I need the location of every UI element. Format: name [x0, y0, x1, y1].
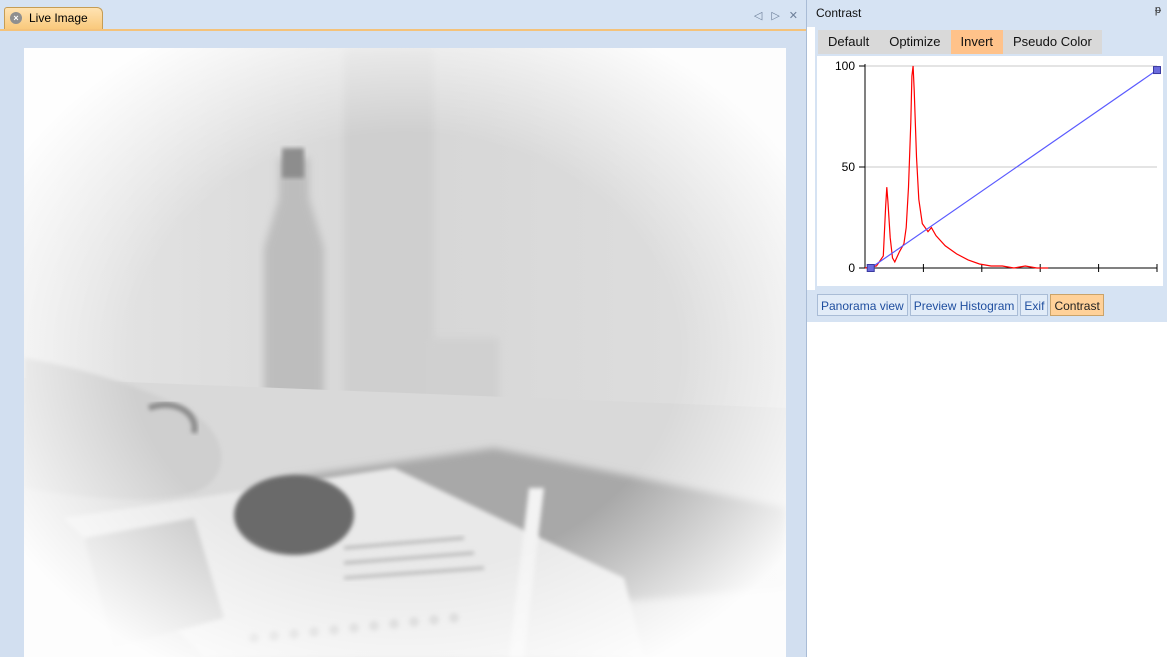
contrast-panel-header: Contrast ᵽ: [807, 0, 1167, 27]
contrast-body: Default Optimize Invert Pseudo Color 100…: [815, 27, 1167, 295]
y-tick-label: 0: [848, 261, 855, 275]
close-document-icon[interactable]: ✕: [789, 9, 798, 22]
curve-start-handle[interactable]: [866, 264, 875, 272]
tab-preview-histogram[interactable]: Preview Histogram: [909, 294, 1019, 316]
histogram-area[interactable]: 100 50 0: [817, 56, 1163, 286]
contrast-curve-line: [870, 69, 1158, 269]
pin-icon[interactable]: ᵽ: [1155, 4, 1161, 16]
close-tab-icon[interactable]: ×: [10, 12, 22, 24]
invert-mode-button[interactable]: Invert: [950, 30, 1004, 54]
tab-contrast[interactable]: Contrast: [1050, 294, 1104, 316]
document-tab-strip: [0, 0, 806, 30]
scroll-right-icon[interactable]: ▷: [771, 9, 779, 22]
histogram-chart[interactable]: 100 50 0: [817, 56, 1163, 286]
live-image-tab-label: Live Image: [29, 11, 88, 25]
contrast-panel: Contrast ᵽ Default Optimize Invert Pseud…: [807, 0, 1167, 657]
live-image-tab[interactable]: × Live Image: [4, 7, 103, 29]
scroll-left-icon[interactable]: ◁: [754, 9, 762, 22]
default-mode-button[interactable]: Default: [818, 30, 879, 54]
tab-panorama-view[interactable]: Panorama view: [817, 294, 908, 316]
y-tick-label: 50: [842, 160, 856, 174]
live-image-view[interactable]: [24, 48, 786, 657]
tab-exif[interactable]: Exif: [1020, 294, 1049, 316]
live-image-picture: [24, 48, 786, 657]
pseudo-color-mode-button[interactable]: Pseudo Color: [1003, 30, 1102, 54]
y-tick-label: 100: [835, 59, 855, 73]
optimize-mode-button[interactable]: Optimize: [879, 30, 950, 54]
contrast-mode-bar: Default Optimize Invert Pseudo Color: [818, 30, 1102, 54]
curve-end-handle[interactable]: [1153, 66, 1161, 75]
document-controls: ◁ ▷ ✕: [754, 9, 798, 22]
panel-bottom-tabs: Panorama view Preview Histogram Exif Con…: [817, 294, 1104, 316]
contrast-panel-title: Contrast: [816, 6, 862, 20]
document-panel: × Live Image ◁ ▷ ✕: [0, 0, 806, 657]
